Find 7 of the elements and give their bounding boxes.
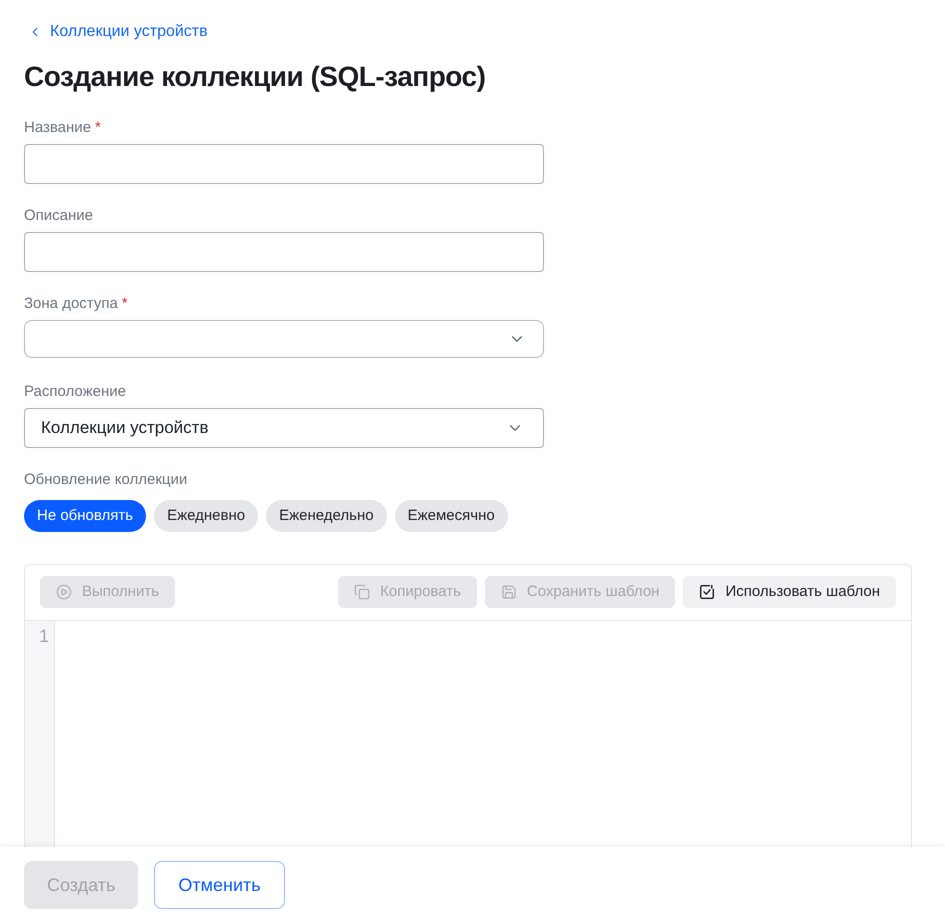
field-label: Описание [24, 206, 94, 226]
field-label: Расположение [24, 382, 126, 402]
page-title: Создание коллекции (SQL-запрос) [24, 60, 486, 94]
line-number: 1 [38, 625, 49, 648]
field-label: Зона доступа * [24, 294, 128, 314]
field-label: Название * [24, 118, 101, 138]
field-label: Обновление коллекции [24, 470, 188, 490]
